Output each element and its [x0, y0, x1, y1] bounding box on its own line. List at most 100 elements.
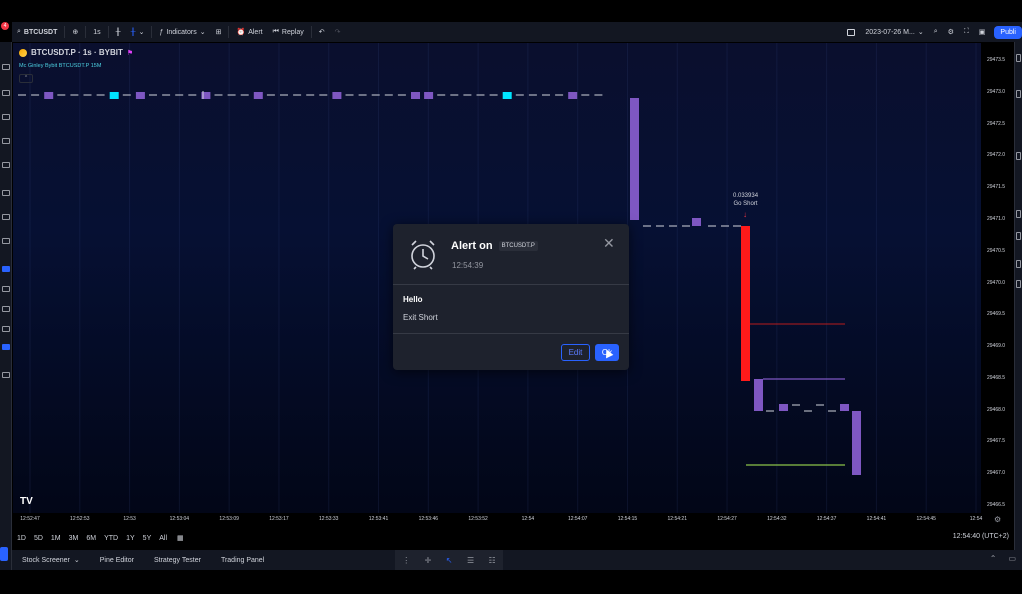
time-axis[interactable]: 12:52:47 12:52:53 12:53 12:53:04 12:53:09 12:… — [13, 513, 982, 527]
timezone-clock[interactable]: 12:54:40 (UTC+2) — [953, 533, 1009, 540]
layout-name-button[interactable] — [842, 22, 860, 42]
edit-button[interactable]: Edit — [561, 344, 590, 361]
alerts-icon[interactable] — [1016, 90, 1021, 98]
price-tick-label: 29473.0 — [987, 88, 1006, 95]
tab-stock-screener[interactable]: Stock Screener ⌄ — [12, 556, 90, 565]
trend-line-tool-icon[interactable] — [2, 90, 10, 96]
lock-tool-icon[interactable] — [2, 286, 10, 292]
chat-icon[interactable] — [1016, 280, 1021, 288]
date-label: 2023-07-26 M... — [865, 28, 915, 36]
left-panel-toggle[interactable] — [0, 547, 8, 561]
bybit-logo-icon — [19, 48, 27, 57]
sliders-icon[interactable]: ☷ — [489, 556, 496, 565]
magnet-tool-icon[interactable] — [2, 266, 10, 272]
data-window-icon[interactable] — [1016, 152, 1021, 160]
search-icon: ⌕ — [933, 28, 938, 35]
price-axis[interactable]: 29473.5 29473.0 29472.5 29472.0 29471.5 29471… — [981, 43, 1013, 513]
range-button-6m[interactable]: 6M — [82, 535, 100, 542]
range-button-all[interactable]: All — [155, 535, 171, 542]
crosshair-icon[interactable]: ✛ — [425, 556, 432, 565]
undo-button[interactable]: ↶ — [314, 22, 330, 42]
range-button-5y[interactable]: 5Y — [139, 535, 156, 542]
fullscreen-icon: ⛶ — [963, 28, 969, 35]
brush-tool-icon[interactable] — [2, 138, 10, 144]
ideas-icon[interactable] — [1016, 260, 1021, 268]
layouts-button[interactable]: ⊞ — [211, 22, 227, 42]
candle — [568, 92, 578, 99]
divider — [228, 26, 230, 38]
tab-pine-editor[interactable]: Pine Editor — [90, 557, 144, 564]
bar-style-button[interactable]: ╫ — [111, 22, 126, 42]
plus-circle-icon: ⊕ — [72, 29, 79, 36]
close-icon[interactable]: ✕ — [603, 236, 615, 250]
range-button-ytd[interactable]: YTD — [100, 535, 122, 542]
app-frame: 4 ⌕ BTCUSDT ⊕ 1s ╫ ╫ ⌄ ƒ Indicators ⌄ ⊞ ⏰… — [0, 0, 1022, 594]
indicators-icon: ƒ — [159, 28, 164, 36]
fullscreen-button[interactable]: ⛶ — [959, 22, 974, 42]
price-tick-label: 29469.0 — [987, 343, 1006, 350]
tab-label: Stock Screener — [22, 556, 70, 564]
zoom-tool-icon[interactable] — [2, 238, 10, 244]
range-button-3m[interactable]: 3M — [65, 535, 83, 542]
range-button-5d[interactable]: 5D — [30, 535, 47, 542]
indicators-button[interactable]: ƒ Indicators ⌄ — [154, 22, 210, 42]
fib-tool-icon[interactable] — [2, 114, 10, 120]
sliders-icon[interactable]: ☰ — [467, 556, 474, 565]
object-tree-icon[interactable] — [2, 372, 10, 378]
text-tool-icon[interactable] — [2, 162, 10, 168]
cursor-tool-icon[interactable] — [2, 64, 10, 70]
price-tick-label: 29473.5 — [987, 57, 1006, 63]
indicator-legend[interactable]: Mc Ginley Bybit BTCUSDT.P 15M — [19, 63, 101, 69]
time-tick-label: 12:53:33 — [319, 516, 339, 522]
calendar-range-icon[interactable]: ▦ — [177, 534, 184, 542]
favorites-tool-icon[interactable] — [2, 344, 10, 350]
top-toolbar: ⌕ BTCUSDT ⊕ 1s ╫ ╫ ⌄ ƒ Indicators ⌄ ⊞ ⏰ A… — [12, 22, 1022, 42]
range-button-1y[interactable]: 1Y — [122, 535, 139, 542]
publish-button[interactable]: Publi — [994, 25, 1022, 39]
tab-strategy-tester[interactable]: Strategy Tester — [144, 557, 211, 564]
time-tick-label: 12:54 — [521, 516, 535, 522]
calendar-icon[interactable] — [1016, 232, 1021, 240]
trash-tool-icon[interactable] — [2, 326, 10, 332]
eye-tool-icon[interactable] — [2, 306, 10, 312]
candle — [692, 218, 701, 226]
measure-tool-icon[interactable] — [2, 214, 10, 220]
chevron-up-icon[interactable]: ⌃ — [990, 554, 997, 563]
price-tick-label: 29468.0 — [987, 406, 1006, 413]
dialog-header: Alert on BTCUSDT.P 12:54:39 ✕ — [393, 224, 629, 285]
compare-button[interactable]: ⊕ — [67, 22, 83, 42]
range-button-1m[interactable]: 1M — [47, 535, 65, 542]
time-tick-label: 12:54:07 — [567, 516, 588, 522]
snapshot-button[interactable]: ▣ — [974, 22, 991, 42]
alert-label: Alert — [248, 28, 263, 36]
range-button-1d[interactable]: 1D — [13, 535, 30, 542]
drag-handle-icon[interactable]: ⋮ — [402, 556, 410, 565]
time-tick-label: 12:52:47 — [20, 516, 40, 522]
axis-settings-gear-icon[interactable]: ⚙ — [994, 515, 1001, 524]
date-range-button[interactable]: 2023-07-26 M... ⌄ — [860, 22, 928, 42]
redo-button[interactable]: ↷ — [330, 22, 346, 42]
candle-style-button[interactable]: ╫ ⌄ — [126, 22, 150, 42]
candle — [109, 92, 119, 99]
watchlist-icon[interactable] — [1016, 54, 1021, 62]
alert-dialog: Alert on BTCUSDT.P 12:54:39 ✕ Hello Exit… — [393, 224, 629, 370]
right-sidebar — [1014, 42, 1022, 570]
hotlist-icon[interactable] — [1016, 210, 1021, 218]
pointer-icon[interactable]: ↖ — [446, 556, 453, 565]
undo-icon: ↶ — [318, 29, 325, 36]
square-icon — [847, 28, 856, 36]
replay-button[interactable]: ⏮ Replay — [268, 22, 309, 42]
patterns-tool-icon[interactable] — [2, 190, 10, 196]
maximize-icon[interactable]: ▭ — [1008, 554, 1016, 563]
interval-button[interactable]: 1s — [88, 22, 105, 42]
gear-icon: ⚙ — [947, 29, 954, 36]
time-tick-label: 12:53:52 — [468, 516, 488, 522]
symbol-search[interactable]: ⌕ BTCUSDT — [12, 22, 62, 42]
settings-button[interactable]: ⚙ — [943, 22, 959, 42]
quick-search-button[interactable]: ⌕ — [929, 22, 943, 42]
price-tick-label: 29470.5 — [987, 247, 1006, 254]
notification-badge[interactable]: 4 — [1, 22, 9, 30]
alert-button[interactable]: ⏰ Alert — [231, 22, 267, 42]
collapse-legend-button[interactable]: ^ — [19, 74, 33, 83]
tab-trading-panel[interactable]: Trading Panel — [211, 557, 274, 564]
